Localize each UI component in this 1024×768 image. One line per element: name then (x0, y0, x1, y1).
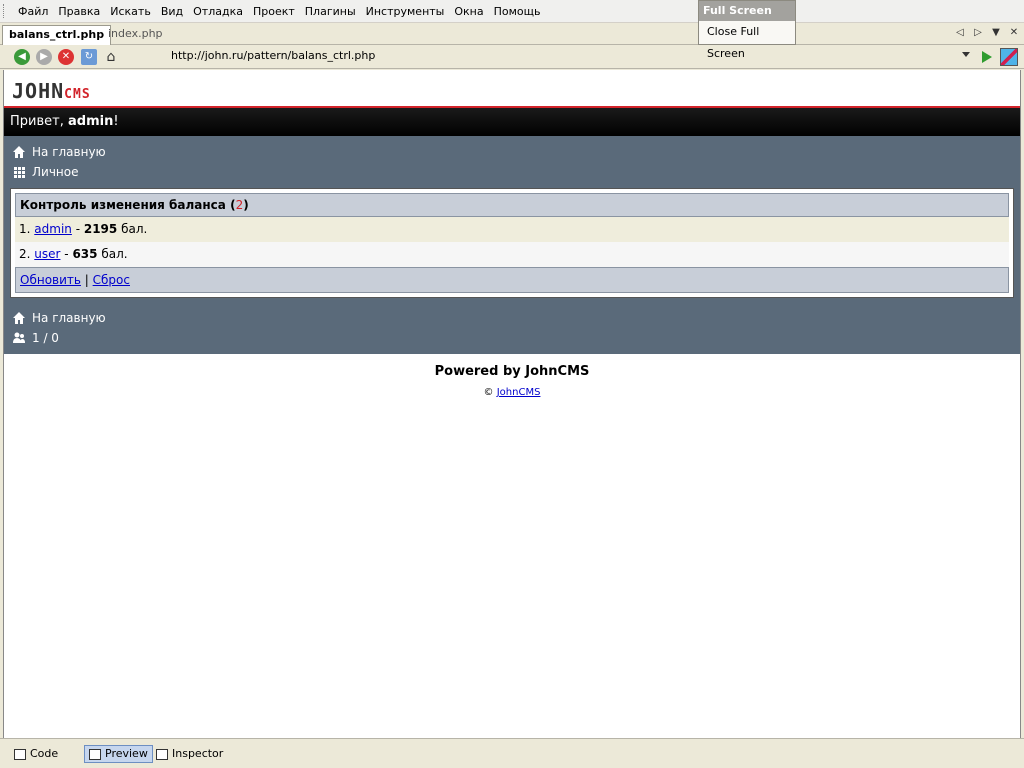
tab-list-icon[interactable]: ▼ (990, 26, 1002, 40)
powered-by: Powered by JohnCMS (434, 364, 590, 379)
back-icon[interactable]: ◀ (14, 49, 30, 65)
nav-home-label: На главную (32, 145, 106, 159)
refresh-link[interactable]: Обновить (20, 273, 81, 287)
code-view-tab[interactable]: Code (10, 745, 62, 763)
forward-icon[interactable]: ▶ (36, 49, 52, 65)
foot-home-label: На главную (32, 311, 106, 325)
grid-icon (14, 167, 25, 178)
user-link-user[interactable]: user (34, 247, 60, 261)
stop-icon[interactable]: ✕ (58, 49, 74, 65)
greeting-bar: Привет, admin! (4, 108, 1020, 136)
run-icon[interactable] (982, 51, 992, 63)
tab-next-icon[interactable]: ▷ (972, 26, 984, 40)
house-icon (13, 146, 25, 158)
tab-prev-icon[interactable]: ◁ (954, 26, 966, 40)
panel-header: Контроль изменения баланса (2) (15, 193, 1009, 217)
header-divider (4, 106, 1020, 108)
menu-tools[interactable]: Инструменты (361, 0, 450, 23)
browser-toolbar: ◀ ▶ ✕ ↻ ⌂ http://john.ru/pattern/balans_… (0, 45, 1024, 69)
johncms-link[interactable]: JohnCMS (497, 387, 541, 398)
menu-file[interactable]: Файл (13, 0, 53, 23)
online-counter[interactable]: 1 / 0 (10, 328, 1014, 348)
foot-home-link[interactable]: На главную (10, 308, 1014, 328)
tab-index[interactable]: index.php (102, 25, 169, 45)
close-fullscreen-item[interactable]: Close Full Screen (699, 21, 795, 60)
preview-view-tab[interactable]: Preview (84, 745, 153, 763)
fullscreen-popup: Full Screen Close Full Screen (698, 0, 796, 60)
menu-plugins[interactable]: Плагины (300, 0, 361, 23)
preview-pane: JOHNCMS Привет, admin! На главную Личное… (3, 70, 1021, 738)
top-nav: На главную Личное (4, 136, 1020, 188)
view-switcher: Code Preview Inspector (0, 738, 1024, 768)
refresh-icon[interactable]: ↻ (81, 49, 97, 65)
balance-panel: Контроль изменения баланса (2) 1. admin … (10, 188, 1014, 298)
fullscreen-title: Full Screen (699, 1, 795, 21)
inspector-icon (156, 748, 168, 760)
menu-help[interactable]: Помощь (489, 0, 546, 23)
menu-windows[interactable]: Окна (449, 0, 488, 23)
johncms-logo: JOHNCMS (12, 79, 91, 103)
url-dropdown-icon[interactable] (962, 52, 970, 57)
balance-count: 2 (235, 198, 244, 212)
nav-home-link[interactable]: На главную (10, 142, 1014, 162)
menu-edit[interactable]: Правка (53, 0, 105, 23)
nav-personal-link[interactable]: Личное (10, 162, 1014, 182)
tab-balans-ctrl[interactable]: balans_ctrl.php (2, 25, 112, 45)
home-icon[interactable]: ⌂ (103, 49, 119, 65)
menu-debug[interactable]: Отладка (188, 0, 248, 23)
close-tab-icon[interactable]: ✕ (1008, 26, 1020, 40)
menu-view[interactable]: Вид (156, 0, 188, 23)
inspector-view-tab[interactable]: Inspector (152, 745, 227, 763)
code-icon (14, 748, 26, 760)
balance-value: 2195 (83, 222, 118, 236)
house-icon (13, 312, 25, 324)
greeting-username: admin (67, 114, 114, 129)
table-row: 2. user - 635 бал. (15, 242, 1009, 267)
tab-controls: ◁ ▷ ▼ ✕ (954, 26, 1020, 40)
balance-value: 635 (72, 247, 98, 261)
edit-tool-icon[interactable] (1000, 48, 1018, 66)
users-icon (13, 332, 25, 343)
menu-search[interactable]: Искать (105, 0, 156, 23)
document-tabs: balans_ctrl.php index.php ◁ ▷ ▼ ✕ (0, 23, 1024, 45)
table-row: 1. admin - 2195 бал. (15, 217, 1009, 242)
site-header: JOHNCMS (4, 70, 1020, 108)
online-count-label: 1 / 0 (32, 331, 59, 345)
content-area: Контроль изменения баланса (2) 1. admin … (4, 188, 1020, 298)
menu-project[interactable]: Проект (248, 0, 300, 23)
menu-grip (3, 4, 13, 18)
reset-link[interactable]: Сброс (93, 273, 130, 287)
panel-footer: Обновить | Сброс (15, 267, 1009, 293)
url-field[interactable]: http://john.ru/pattern/balans_ctrl.php (171, 49, 375, 62)
nav-personal-label: Личное (32, 165, 79, 179)
copyright: © JohnCMS (483, 387, 541, 398)
menu-bar: Файл Правка Искать Вид Отладка Проект Пл… (0, 0, 1024, 23)
user-link-admin[interactable]: admin (34, 222, 72, 236)
preview-icon (89, 748, 101, 760)
bottom-nav: На главную 1 / 0 (4, 298, 1020, 354)
